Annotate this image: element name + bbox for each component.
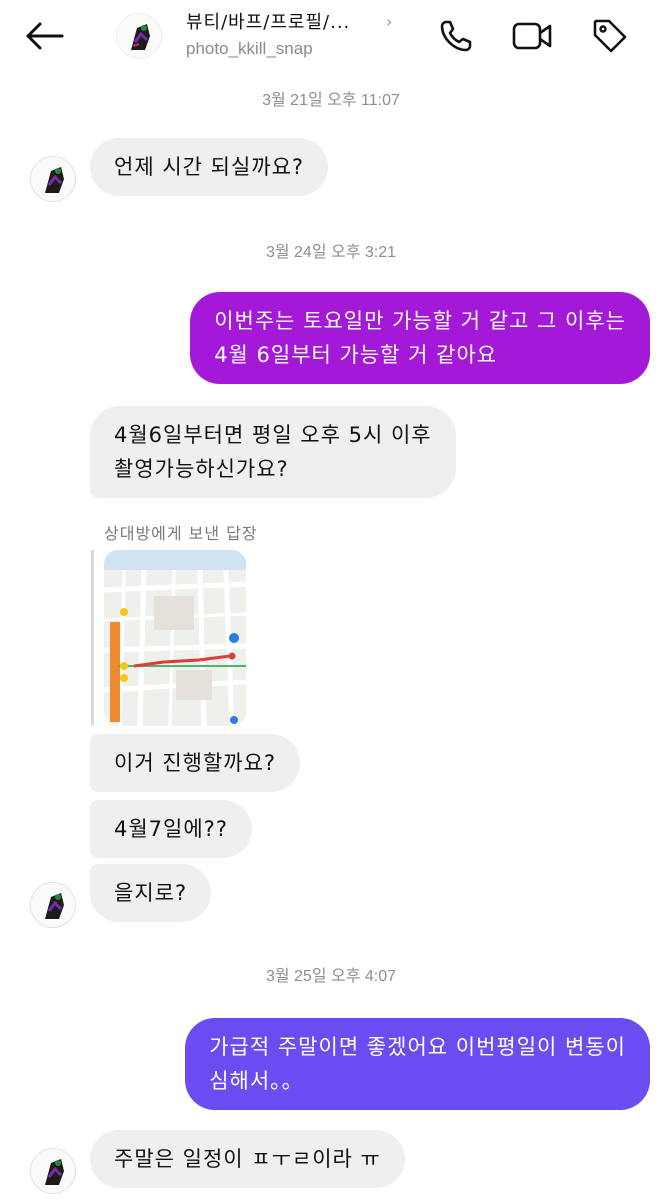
sender-avatar[interactable] [30,882,76,928]
message-text: 을지로? [114,881,188,905]
incoming-message[interactable]: 4월6일부터면 평일 오후 5시 이후 촬영가능하신가요? [90,406,456,498]
message-text: 4월7일에?? [114,817,228,841]
incoming-message[interactable]: 4월7일에?? [90,800,252,858]
message-text: 주말은 일정이 ㅍㅜㄹ이라 ㅠ [114,1147,381,1171]
message-text-line: 촬영가능하신가요? [114,457,289,481]
incoming-message[interactable]: 주말은 일정이 ㅍㅜㄹ이라 ㅠ [90,1130,405,1188]
video-call-button[interactable] [510,14,554,58]
outgoing-message[interactable]: 이번주는 토요일만 가능할 거 같고 그 이후는 4월 6일부터 가능할 거 같… [190,292,650,384]
message-text-line: 4월6일부터면 평일 오후 5시 이후 [114,423,432,447]
sender-avatar[interactable] [30,1148,76,1194]
chevron-right-icon[interactable]: › [386,12,392,31]
label-button[interactable] [588,14,632,58]
chat-header: 뷰티/바프/프로필/... › photo_kkill_snap [0,0,662,76]
back-arrow-icon [26,22,64,50]
message-text-line: 4월 6일부터 가능할 거 같아요 [214,343,498,367]
message-text: 이거 진행할까요? [114,751,277,775]
incoming-message[interactable]: 이거 진행할까요? [90,734,301,792]
video-camera-icon [512,22,552,50]
timestamp: 3월 25일 오후 4:07 [265,968,397,985]
timestamp: 3월 24일 오후 3:21 [265,244,397,261]
phone-icon [440,20,472,52]
sender-avatar[interactable] [30,156,76,202]
message-text: 언제 시간 되실까요? [114,155,305,179]
voice-call-button[interactable] [434,14,478,58]
contact-name[interactable]: 뷰티/바프/프로필/... [186,8,350,34]
message-text-line: 이번주는 토요일만 가능할 거 같고 그 이후는 [214,309,626,333]
contact-username[interactable]: photo_kkill_snap [186,39,313,59]
back-button[interactable] [22,16,66,56]
reply-label: 상대방에게 보낸 답장 [104,524,258,543]
tag-icon [593,19,627,53]
contact-avatar[interactable] [116,13,162,59]
outgoing-message[interactable]: 가급적 주말이면 좋겠어요 이번평일이 변동이 심해서。。 [185,1018,650,1110]
reply-indicator-bar [91,550,94,726]
replied-map-image[interactable] [104,550,246,726]
incoming-message[interactable]: 을지로? [90,864,212,922]
message-text-line: 가급적 주말이면 좋겠어요 이번평일이 변동이 [209,1035,626,1059]
incoming-message[interactable]: 언제 시간 되실까요? [90,138,329,196]
timestamp: 3월 21일 오후 11:07 [262,92,400,109]
message-text-line: 심해서。。 [209,1069,304,1093]
